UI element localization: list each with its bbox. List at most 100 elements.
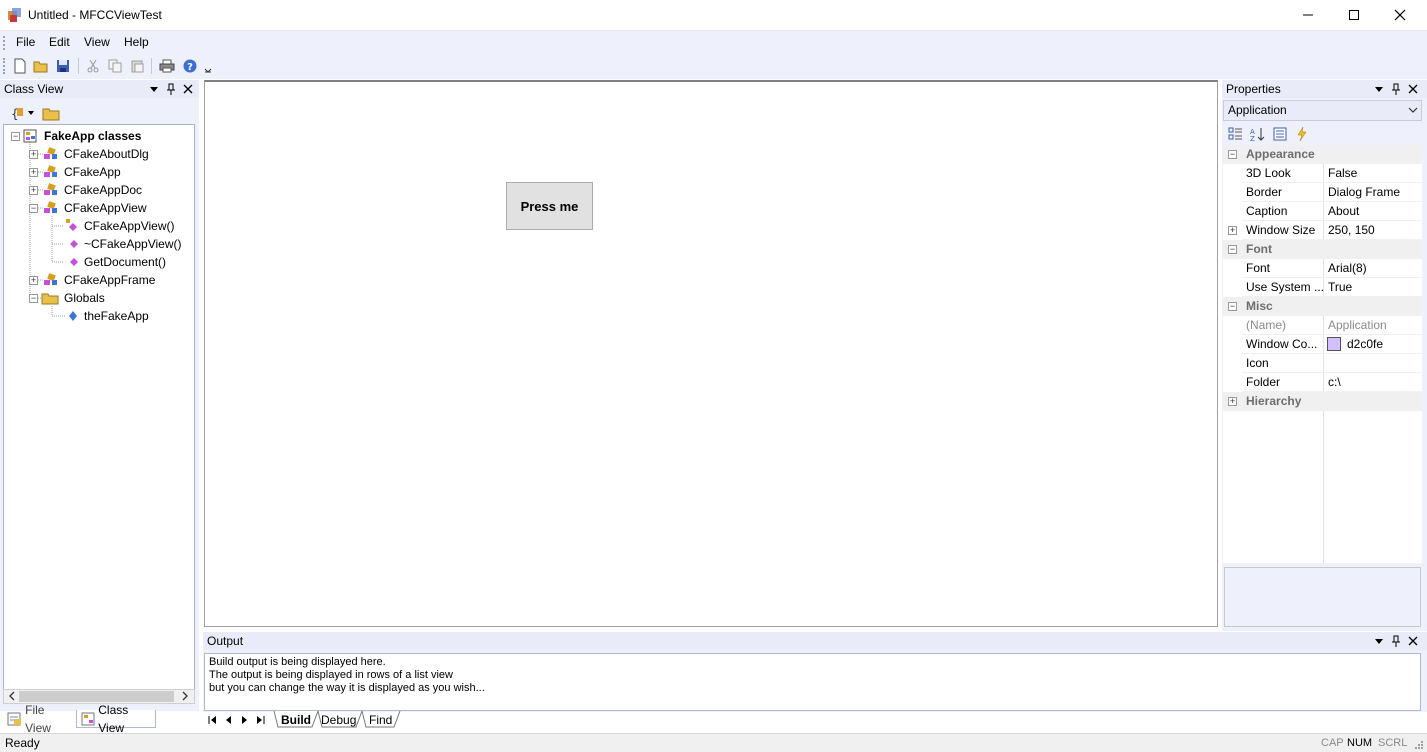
collapse-toggle[interactable]: − bbox=[29, 293, 38, 303]
cut-button[interactable] bbox=[84, 57, 102, 75]
property-row-font[interactable]: Font Arial(8) bbox=[1223, 259, 1422, 278]
tree-item-cfakeaboutdlg[interactable]: + CFakeAboutDlg bbox=[29, 145, 149, 163]
property-row-use-system[interactable]: Use System ... True bbox=[1223, 278, 1422, 297]
tab-file-view[interactable]: File View bbox=[3, 703, 75, 735]
property-value[interactable]: False bbox=[1328, 164, 1357, 183]
category-appearance[interactable]: − Appearance bbox=[1223, 145, 1422, 164]
menu-view[interactable]: View bbox=[84, 35, 110, 49]
expand-toggle[interactable]: + bbox=[29, 185, 38, 195]
tab-debug[interactable]: Debug bbox=[321, 712, 356, 728]
next-tab-icon[interactable] bbox=[240, 714, 249, 726]
expand-toggle[interactable]: + bbox=[1228, 226, 1237, 235]
close-icon[interactable] bbox=[1408, 634, 1418, 648]
categorized-icon[interactable] bbox=[1228, 126, 1244, 142]
pin-icon[interactable] bbox=[1391, 82, 1401, 96]
menu-edit[interactable]: Edit bbox=[49, 35, 70, 49]
last-tab-icon[interactable] bbox=[256, 714, 265, 726]
chevron-down-icon[interactable] bbox=[1374, 82, 1384, 96]
pin-icon[interactable] bbox=[166, 82, 176, 96]
main-view[interactable] bbox=[204, 80, 1218, 627]
close-icon[interactable] bbox=[1408, 82, 1418, 96]
class-sort-button[interactable]: { bbox=[11, 105, 41, 121]
chevron-down-icon[interactable] bbox=[149, 82, 159, 96]
expand-toggle[interactable]: + bbox=[29, 167, 38, 177]
object-selector-dropdown[interactable] bbox=[1407, 104, 1419, 119]
tree-item-cfakeappframe[interactable]: + CFakeAppFrame bbox=[29, 271, 155, 289]
chevron-down-icon[interactable] bbox=[1374, 634, 1384, 648]
save-button[interactable] bbox=[54, 57, 72, 75]
tab-class-view[interactable]: Class View bbox=[76, 703, 156, 735]
expand-toggle[interactable]: + bbox=[1228, 397, 1237, 406]
object-selector[interactable]: Application bbox=[1223, 100, 1422, 121]
expand-toggle[interactable]: + bbox=[29, 275, 38, 285]
toolbar-grip[interactable] bbox=[3, 58, 7, 74]
new-folder-button[interactable] bbox=[42, 106, 60, 124]
property-value[interactable]: d2c0fe bbox=[1347, 335, 1383, 354]
tree-item-label: Globals bbox=[64, 291, 105, 305]
collapse-toggle[interactable]: − bbox=[11, 131, 20, 141]
property-row-window-color[interactable]: Window Co... d2c0fe bbox=[1223, 335, 1422, 354]
scroll-right-button[interactable] bbox=[181, 690, 189, 705]
property-value[interactable]: Arial(8) bbox=[1328, 259, 1367, 278]
open-file-button[interactable] bbox=[32, 57, 50, 75]
tree-item-root[interactable]: − FakeApp classes bbox=[11, 127, 141, 145]
chevron-right-icon bbox=[182, 691, 188, 701]
menu-grip[interactable] bbox=[3, 36, 7, 50]
events-icon[interactable] bbox=[1294, 126, 1310, 142]
object-selector-value: Application bbox=[1228, 103, 1287, 117]
minimize-button[interactable] bbox=[1285, 0, 1331, 30]
property-row-caption[interactable]: Caption About bbox=[1223, 202, 1422, 221]
close-icon[interactable] bbox=[183, 82, 193, 96]
collapse-toggle[interactable]: − bbox=[1228, 302, 1237, 311]
property-value[interactable]: c:\ bbox=[1328, 373, 1341, 392]
category-font[interactable]: − Font bbox=[1223, 240, 1422, 259]
maximize-button[interactable] bbox=[1331, 0, 1377, 30]
toolbar-overflow-button[interactable] bbox=[204, 60, 212, 76]
tree-item-thefakeapp[interactable]: theFakeApp bbox=[66, 307, 149, 325]
app-icon[interactable] bbox=[7, 7, 23, 23]
tab-build[interactable]: Build bbox=[281, 712, 311, 728]
output-list[interactable]: Build output is being displayed here. Th… bbox=[204, 653, 1421, 711]
tree-item-globals[interactable]: − Globals bbox=[29, 289, 105, 307]
alphabetical-icon[interactable]: AZ bbox=[1250, 126, 1266, 142]
tree-item-constructor[interactable]: CFakeAppView() bbox=[64, 217, 174, 235]
pin-icon[interactable] bbox=[1391, 634, 1401, 648]
collapse-toggle[interactable]: − bbox=[1228, 150, 1237, 159]
category-hierarchy[interactable]: + Hierarchy bbox=[1223, 392, 1422, 411]
property-value[interactable]: Dialog Frame bbox=[1328, 183, 1400, 202]
property-row-folder[interactable]: Folder c:\ bbox=[1223, 373, 1422, 392]
scroll-left-button[interactable] bbox=[8, 690, 16, 705]
paste-button[interactable] bbox=[128, 57, 146, 75]
press-me-button[interactable]: Press me bbox=[506, 182, 593, 230]
property-row-window-size[interactable]: + Window Size 250, 150 bbox=[1223, 221, 1422, 240]
collapse-toggle[interactable]: − bbox=[29, 203, 38, 213]
menu-file[interactable]: File bbox=[16, 35, 35, 49]
property-pages-icon[interactable] bbox=[1272, 126, 1288, 142]
new-file-button[interactable] bbox=[11, 57, 29, 75]
property-row-name[interactable]: (Name) Application bbox=[1223, 316, 1422, 335]
tree-item-cfakeappdoc[interactable]: + CFakeAppDoc bbox=[29, 181, 142, 199]
prev-tab-icon[interactable] bbox=[224, 714, 233, 726]
color-swatch[interactable] bbox=[1327, 337, 1341, 351]
property-row-border[interactable]: Border Dialog Frame bbox=[1223, 183, 1422, 202]
about-button[interactable]: ? bbox=[181, 57, 199, 75]
expand-toggle[interactable]: + bbox=[29, 149, 38, 159]
copy-button[interactable] bbox=[106, 57, 124, 75]
property-value[interactable]: 250, 150 bbox=[1328, 221, 1375, 240]
category-misc[interactable]: − Misc bbox=[1223, 297, 1422, 316]
first-tab-icon[interactable] bbox=[208, 714, 217, 726]
tree-item-destructor[interactable]: ~CFakeAppView() bbox=[64, 235, 182, 253]
menu-help[interactable]: Help bbox=[124, 35, 149, 49]
property-value[interactable]: True bbox=[1328, 278, 1352, 297]
close-button[interactable] bbox=[1377, 0, 1423, 30]
property-row-icon[interactable]: Icon bbox=[1223, 354, 1422, 373]
property-row-3d-look[interactable]: 3D Look False bbox=[1223, 164, 1422, 183]
property-value[interactable]: About bbox=[1328, 202, 1359, 221]
collapse-toggle[interactable]: − bbox=[1228, 245, 1237, 254]
tree-item-cfakeapp[interactable]: + CFakeApp bbox=[29, 163, 121, 181]
resize-grip-icon[interactable] bbox=[1412, 738, 1424, 750]
tree-item-cfakeappview[interactable]: − CFakeAppView bbox=[29, 199, 147, 217]
tab-find[interactable]: Find bbox=[369, 712, 392, 728]
print-button[interactable] bbox=[158, 57, 176, 75]
tree-item-getdocument[interactable]: GetDocument() bbox=[64, 253, 166, 271]
